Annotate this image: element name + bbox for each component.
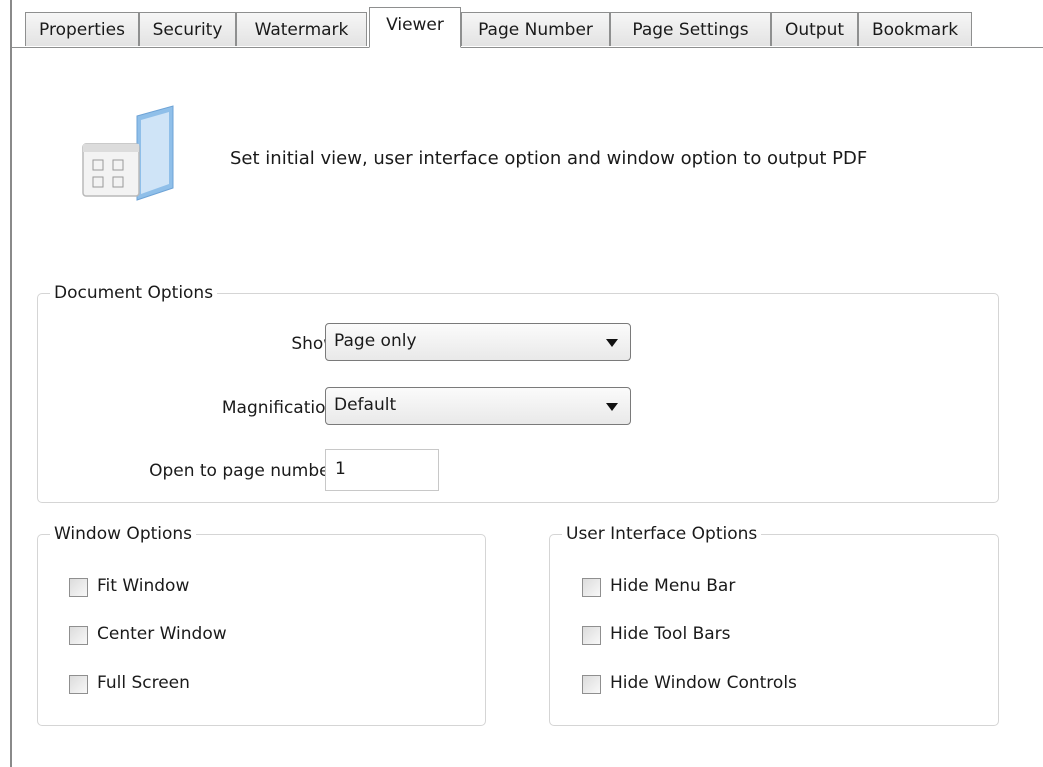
ui-options-group: User Interface Options Hide Menu Bar Hid… — [549, 523, 999, 726]
hide-window-controls-checkbox[interactable] — [582, 675, 601, 694]
tab-watermark[interactable]: Watermark — [236, 12, 367, 46]
open-page-input[interactable]: 1 — [325, 449, 439, 491]
tab-bookmark[interactable]: Bookmark — [858, 12, 972, 46]
show-select-value: Page only — [334, 331, 417, 351]
chevron-down-icon — [606, 339, 618, 347]
document-options-group: Document Options Show: Page only Magnifi… — [37, 282, 999, 503]
window-options-group: Window Options Fit Window Center Window … — [37, 523, 486, 726]
tab-page-settings[interactable]: Page Settings — [610, 12, 771, 46]
magnification-select-value: Default — [334, 395, 397, 415]
fit-window-checkbox[interactable] — [69, 578, 88, 597]
center-window-checkbox[interactable] — [69, 626, 88, 645]
center-window-label: Center Window — [97, 624, 227, 644]
hide-tool-bars-label: Hide Tool Bars — [610, 624, 731, 644]
hide-menu-bar-checkbox[interactable] — [582, 578, 601, 597]
fit-window-label: Fit Window — [97, 576, 190, 596]
window-options-title: Window Options — [50, 523, 197, 545]
chevron-down-icon — [606, 403, 618, 411]
tab-output[interactable]: Output — [771, 12, 858, 46]
tab-properties[interactable]: Properties — [25, 12, 139, 46]
hide-window-controls-label: Hide Window Controls — [610, 673, 797, 693]
ui-options-title: User Interface Options — [562, 523, 762, 545]
hide-tool-bars-checkbox[interactable] — [582, 626, 601, 645]
show-select[interactable]: Page only — [325, 323, 631, 361]
full-screen-checkbox[interactable] — [69, 675, 88, 694]
open-page-input-value: 1 — [335, 459, 346, 479]
tab-page-number[interactable]: Page Number — [461, 12, 610, 46]
magnification-label: Magnification: — [221, 398, 342, 418]
window-left-edge — [10, 0, 12, 767]
tab-viewer[interactable]: Viewer — [369, 7, 461, 48]
viewer-description: Set initial view, user interface option … — [230, 148, 868, 169]
tab-security[interactable]: Security — [139, 12, 236, 46]
open-page-label: Open to page number: — [149, 461, 342, 481]
hide-menu-bar-label: Hide Menu Bar — [610, 576, 736, 596]
document-options-title: Document Options — [50, 282, 218, 304]
viewer-window-icon — [75, 104, 185, 204]
full-screen-label: Full Screen — [97, 673, 190, 693]
tab-bar: Properties Security Watermark Viewer Pag… — [12, 0, 1043, 48]
magnification-select[interactable]: Default — [325, 387, 631, 425]
